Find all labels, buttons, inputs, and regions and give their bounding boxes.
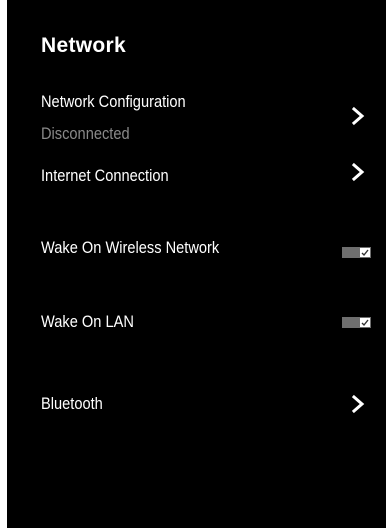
internet-connection-row[interactable]: Internet Connection [7,162,386,194]
network-settings-panel: Network Network Configuration Disconnect… [7,0,386,528]
network-configuration-status: Disconnected [41,124,130,143]
bluetooth-row[interactable]: Bluetooth [7,390,386,422]
wake-on-lan-label: Wake On LAN [41,312,134,331]
checkmark-icon [360,318,370,327]
wake-on-lan-toggle[interactable] [342,317,371,328]
network-configuration-label: Network Configuration [41,92,186,111]
checkmark-icon [360,248,370,257]
wake-on-wireless-row[interactable]: Wake On Wireless Network [7,234,386,266]
wake-on-wireless-toggle[interactable] [342,247,371,258]
chevron-right-icon[interactable] [350,106,366,126]
chevron-right-icon[interactable] [350,394,366,414]
wake-on-lan-row[interactable]: Wake On LAN [7,308,386,340]
network-configuration-row[interactable]: Network Configuration Disconnected [7,88,386,150]
wake-on-wireless-label: Wake On Wireless Network [41,238,220,257]
chevron-right-icon[interactable] [350,162,366,182]
internet-connection-label: Internet Connection [41,166,169,185]
page-title: Network [41,34,126,57]
bluetooth-label: Bluetooth [41,394,103,413]
